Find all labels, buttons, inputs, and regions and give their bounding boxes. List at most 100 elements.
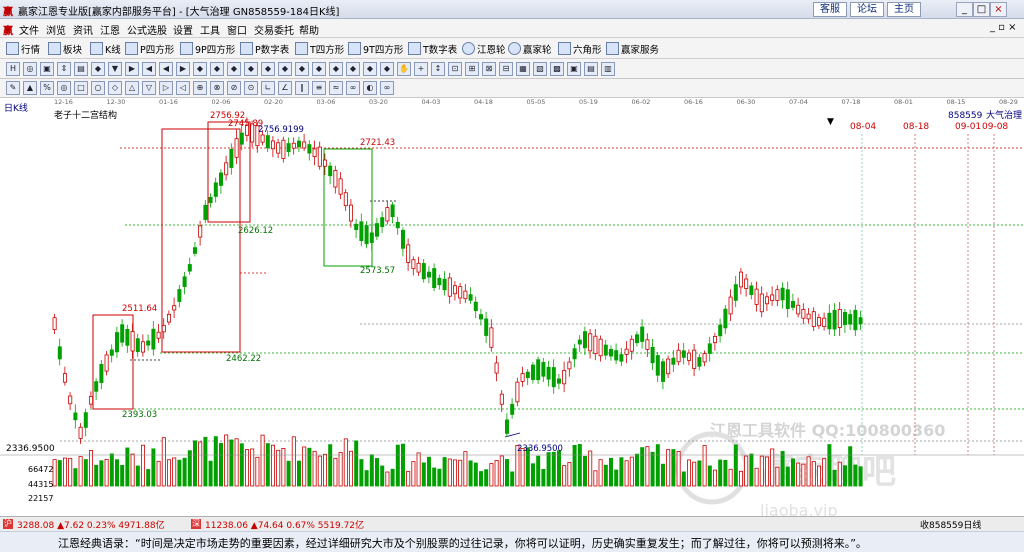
tb2-button-20[interactable]: ◆ — [346, 62, 360, 76]
tb3-button-10[interactable]: ◁ — [176, 81, 190, 95]
tb2-button-3[interactable]: ⇕ — [57, 62, 71, 76]
menu-formula[interactable]: 公式选股 — [127, 22, 167, 37]
tb2-button-4[interactable]: ▤ — [74, 62, 88, 76]
toolbar-kline[interactable]: K线 — [90, 42, 121, 56]
tb2-button-23[interactable]: ✋ — [397, 62, 411, 76]
tb2-button-21[interactable]: ◆ — [363, 62, 377, 76]
tb3-button-5[interactable]: ○ — [91, 81, 105, 95]
tb2-button-32[interactable]: ▩ — [550, 62, 564, 76]
toolbar-9t-square[interactable]: 9T四方形 — [348, 42, 403, 56]
tb2-button-14[interactable]: ◆ — [244, 62, 258, 76]
tb2-button-10[interactable]: ▶ — [176, 62, 190, 76]
tb2-button-34[interactable]: ▤ — [584, 62, 598, 76]
tb2-button-7[interactable]: ▶ — [125, 62, 139, 76]
toolbar-t-square[interactable]: T四方形 — [295, 42, 344, 56]
tb2-button-35[interactable]: ▥ — [601, 62, 615, 76]
menu-help[interactable]: 帮助 — [299, 22, 319, 37]
tb3-button-21[interactable]: ◐ — [363, 81, 377, 95]
toolbar-winner-service[interactable]: 赢家服务 — [606, 42, 659, 56]
tb3-button-16[interactable]: ∠ — [278, 81, 292, 95]
sh-index-value[interactable]: 3288.08 ▲7.62 0.23% 4971.88亿 — [17, 518, 165, 531]
tb2-button-2[interactable]: ▣ — [40, 62, 54, 76]
dropdown-arrow-icon[interactable]: ▼ — [827, 117, 834, 127]
tb2-button-9[interactable]: ◀ — [159, 62, 173, 76]
menu-tools[interactable]: 工具 — [200, 22, 220, 37]
tb3-button-17[interactable]: ∥ — [295, 81, 309, 95]
minimize-button[interactable]: _ — [956, 2, 973, 17]
toolbar-winner-wheel[interactable]: 赢家轮 — [508, 42, 552, 56]
tb2-button-19[interactable]: ◆ — [329, 62, 343, 76]
toolbar-sector[interactable]: 板块 — [48, 42, 82, 56]
menu-gann[interactable]: 江恩 — [100, 22, 120, 37]
menu-settings[interactable]: 设置 — [173, 22, 193, 37]
tb3-button-12[interactable]: ⊗ — [210, 81, 224, 95]
tb2-button-24[interactable]: + — [414, 62, 428, 76]
tb2-button-5[interactable]: ◆ — [91, 62, 105, 76]
tb2-button-8[interactable]: ◀ — [142, 62, 156, 76]
tb2-button-15[interactable]: ◆ — [261, 62, 275, 76]
toolbar-gann-wheel[interactable]: 江恩轮 — [462, 42, 506, 56]
tb2-button-16[interactable]: ◆ — [278, 62, 292, 76]
menu-browse[interactable]: 浏览 — [46, 22, 66, 37]
tb2-button-13[interactable]: ◆ — [227, 62, 241, 76]
menu-trade[interactable]: 交易委托 — [254, 22, 294, 37]
tb2-button-30[interactable]: ▦ — [516, 62, 530, 76]
top-date-label: 02-06 — [212, 98, 231, 106]
menu-window[interactable]: 窗口 — [227, 22, 247, 37]
candle-body — [302, 141, 307, 149]
tb2-button-28[interactable]: ⊠ — [482, 62, 496, 76]
homepage-link[interactable]: 主页 — [887, 2, 921, 17]
forum-link[interactable]: 论坛 — [850, 2, 884, 17]
candle-body — [109, 349, 114, 356]
tb3-button-22[interactable]: ∞ — [380, 81, 394, 95]
menu-news[interactable]: 资讯 — [73, 22, 93, 37]
tb3-button-3[interactable]: ◎ — [57, 81, 71, 95]
tb2-button-6[interactable]: ▼ — [108, 62, 122, 76]
customer-service-link[interactable]: 客服 — [813, 2, 847, 17]
volume-bar — [614, 469, 619, 487]
tb3-button-11[interactable]: ⊕ — [193, 81, 207, 95]
toolbar-hexagon[interactable]: 六角形 — [558, 42, 602, 56]
tb3-button-18[interactable]: ≡ — [312, 81, 326, 95]
tb2-button-29[interactable]: ⊟ — [499, 62, 513, 76]
tb3-button-14[interactable]: ⊙ — [244, 81, 258, 95]
tb3-button-2[interactable]: % — [40, 81, 54, 95]
toolbar-t-table[interactable]: T数字表 — [408, 42, 457, 56]
tb3-button-20[interactable]: ∞ — [346, 81, 360, 95]
toolbar-quotes[interactable]: 行情 — [6, 42, 40, 56]
toolbar-p-square[interactable]: P四方形 — [125, 42, 174, 56]
tb2-button-18[interactable]: ◆ — [312, 62, 326, 76]
tb3-button-4[interactable]: □ — [74, 81, 88, 95]
tb2-button-0[interactable]: H — [6, 62, 20, 76]
tb2-button-27[interactable]: ⊞ — [465, 62, 479, 76]
menu-file[interactable]: 文件 — [19, 22, 39, 37]
tb3-button-15[interactable]: ∟ — [261, 81, 275, 95]
tb2-button-17[interactable]: ◆ — [295, 62, 309, 76]
tb2-button-22[interactable]: ◆ — [380, 62, 394, 76]
tb2-button-33[interactable]: ▣ — [567, 62, 581, 76]
tb3-button-13[interactable]: ⊘ — [227, 81, 241, 95]
tb3-button-6[interactable]: ◇ — [108, 81, 122, 95]
volume-bar — [270, 444, 275, 487]
tb2-button-11[interactable]: ◆ — [193, 62, 207, 76]
tb2-button-25[interactable]: ↕ — [431, 62, 445, 76]
toolbar-9p-square[interactable]: 9P四方形 — [180, 42, 235, 56]
tb2-button-26[interactable]: ⊡ — [448, 62, 462, 76]
maximize-button[interactable]: □ — [973, 2, 990, 17]
tb3-button-0[interactable]: ✎ — [6, 81, 20, 95]
sz-index-value[interactable]: 11238.06 ▲74.64 0.67% 5519.72亿 — [205, 518, 364, 531]
mdi-controls[interactable]: _ ▫ × — [990, 22, 1017, 33]
tb3-button-8[interactable]: ▽ — [142, 81, 156, 95]
tb2-button-1[interactable]: ◎ — [23, 62, 37, 76]
tb2-button-31[interactable]: ▧ — [533, 62, 547, 76]
tb3-button-9[interactable]: ▷ — [159, 81, 173, 95]
tb2-button-12[interactable]: ◆ — [210, 62, 224, 76]
tb3-button-7[interactable]: △ — [125, 81, 139, 95]
kline-chart[interactable]: 12-16 12-30 01-16 02-06 02-20 03-06 03-20 04-03… — [0, 98, 1024, 516]
tb3-button-1[interactable]: ▲ — [23, 81, 37, 95]
tb3-button-19[interactable]: ≈ — [329, 81, 343, 95]
volume-bar — [531, 463, 536, 487]
volume-bar — [411, 461, 416, 487]
toolbar-p-table[interactable]: P数字表 — [240, 42, 289, 56]
close-button[interactable]: × — [990, 2, 1007, 17]
